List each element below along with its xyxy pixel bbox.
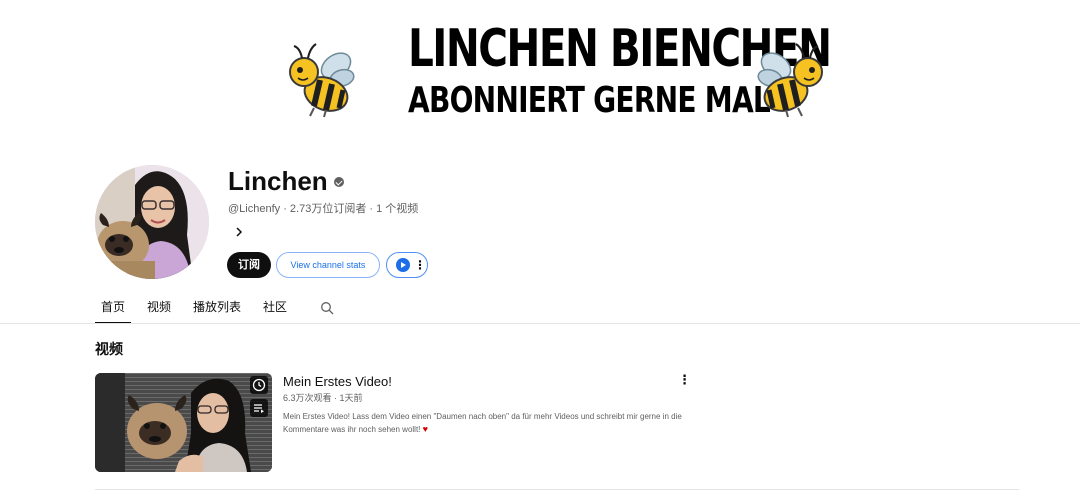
tab-videos[interactable]: 视频 bbox=[141, 290, 177, 324]
extension-button[interactable]: ⋮ bbox=[386, 252, 428, 278]
more-vert-icon: ⋮ bbox=[414, 258, 426, 272]
play-circle-icon bbox=[396, 258, 410, 272]
channel-name-row: Linchen bbox=[228, 166, 344, 196]
banner-title: LINCHEN BIENCHEN bbox=[408, 19, 832, 79]
channel-avatar[interactable] bbox=[95, 165, 209, 279]
tab-community[interactable]: 社区 bbox=[257, 290, 293, 324]
view-channel-stats-button[interactable]: View channel stats bbox=[276, 252, 380, 278]
section-title: 视频 bbox=[95, 341, 123, 357]
subscribe-button[interactable]: 订阅 bbox=[227, 252, 271, 278]
verified-check-icon bbox=[333, 177, 344, 187]
avatar-image bbox=[95, 165, 209, 279]
heart-icon: ♥ bbox=[422, 424, 428, 434]
video-description: Mein Erstes Video! Lass dem Video einen … bbox=[283, 410, 703, 436]
banner-subtitle: ABONNIERT GERNE MAL bbox=[408, 80, 771, 121]
video-title[interactable]: Mein Erstes Video! bbox=[283, 374, 392, 390]
video-description-text: Mein Erstes Video! Lass dem Video einen … bbox=[283, 412, 682, 434]
channel-name[interactable]: Linchen bbox=[228, 166, 328, 196]
chevron-right-icon[interactable] bbox=[232, 224, 246, 240]
search-icon[interactable] bbox=[320, 301, 334, 315]
more-vert-icon[interactable]: ⋮ bbox=[678, 372, 691, 388]
video-thumbnail[interactable] bbox=[95, 373, 272, 472]
bee-icon bbox=[289, 43, 355, 118]
thumbnail-image bbox=[95, 373, 272, 472]
tab-home[interactable]: 首页 bbox=[95, 290, 132, 324]
bee-icon bbox=[757, 43, 823, 118]
video-meta: 6.3万次观看 · 1天前 bbox=[283, 393, 363, 403]
tab-playlists[interactable]: 播放列表 bbox=[187, 290, 247, 324]
channel-tabs: 首页 视频 播放列表 社区 bbox=[95, 290, 303, 324]
channel-banner: LINCHEN BIENCHEN ABONNIERT GERNE MAL bbox=[0, 0, 1080, 130]
tabs-divider bbox=[0, 323, 1080, 324]
playlist-add-icon[interactable] bbox=[250, 399, 268, 417]
channel-meta: @Lichenfy · 2.73万位订阅者 · 1 个视频 bbox=[228, 203, 419, 215]
clock-icon[interactable] bbox=[250, 376, 268, 394]
